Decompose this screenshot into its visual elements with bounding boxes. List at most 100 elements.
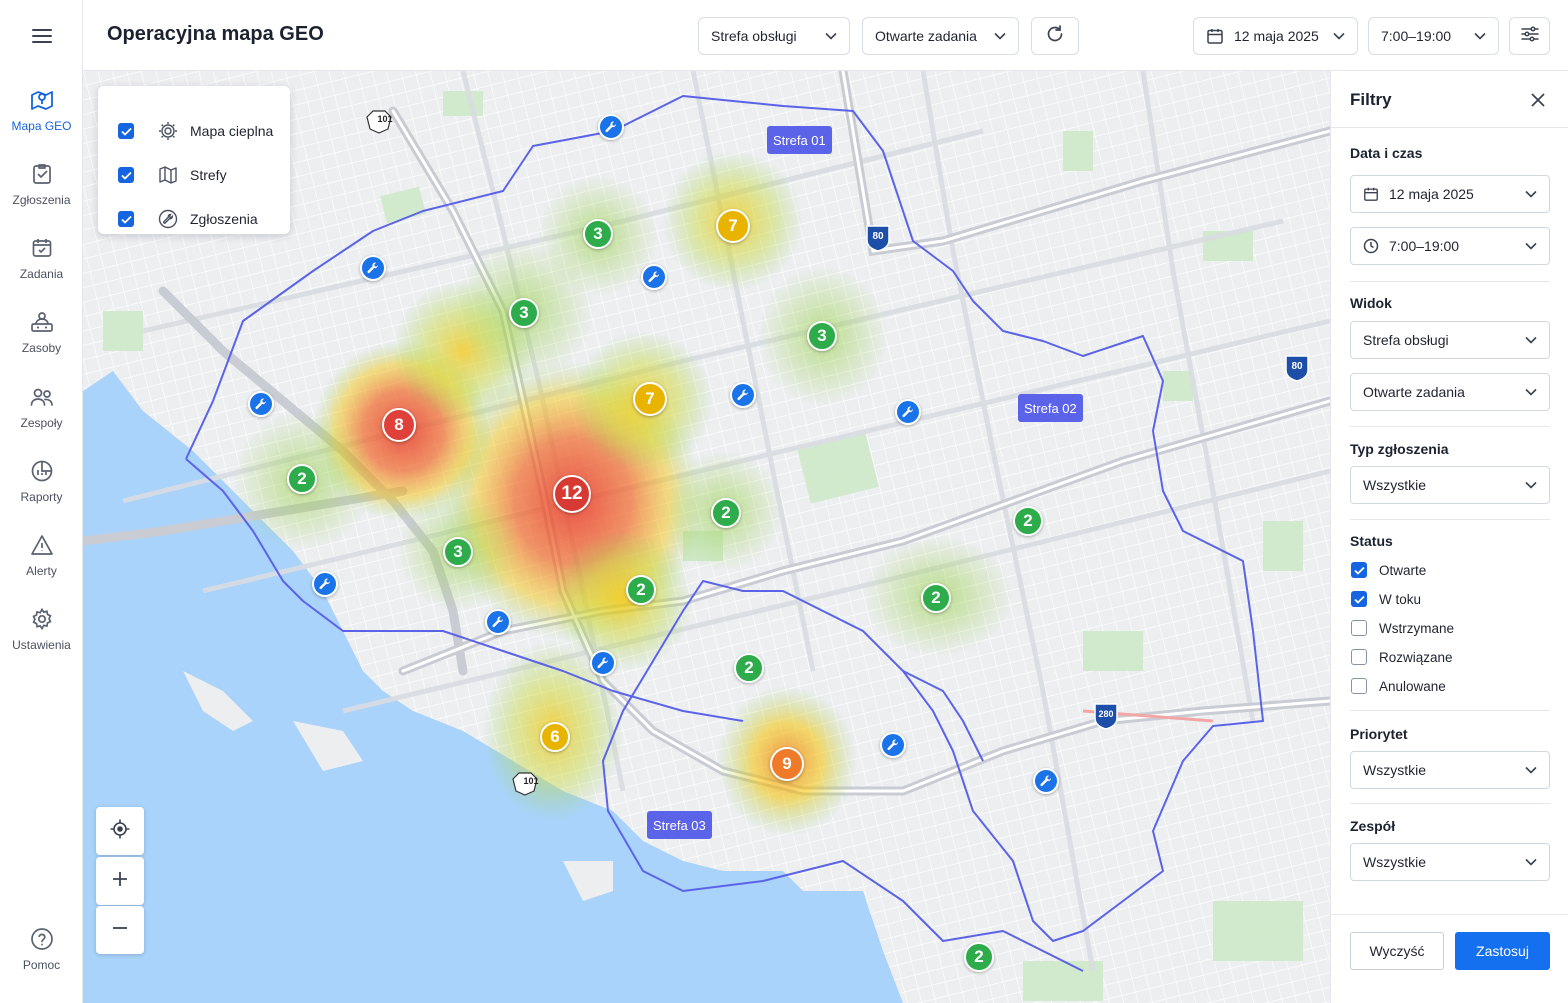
checkbox-unchecked-icon[interactable] (1351, 649, 1367, 665)
alert-triangle-icon (28, 531, 56, 559)
close-icon[interactable] (1525, 87, 1551, 113)
time-value: 7:00–19:00 (1381, 28, 1452, 44)
sidebar-item-zespoly[interactable]: Zespoły (0, 383, 83, 430)
filters-toggle-button[interactable] (1509, 17, 1550, 55)
sidebar: Mapa GEO Zgłoszenia Zadania Zasoby Zespo… (0, 0, 83, 1003)
divider (1350, 710, 1550, 711)
clear-button[interactable]: Wyczyść (1350, 932, 1444, 970)
date-picker[interactable]: 12 maja 2025 (1193, 17, 1358, 55)
sidebar-item-label: Alerty (26, 564, 57, 578)
sidebar-item-label: Zadania (19, 267, 64, 281)
header: Operacyjna mapa GEO Strefa obsługi Otwar… (83, 0, 1568, 71)
chevron-down-icon (1474, 32, 1486, 40)
checkbox-checked-icon[interactable] (118, 123, 134, 139)
filter-date-select[interactable]: 12 maja 2025 (1350, 175, 1550, 213)
checkbox-checked-icon[interactable] (118, 167, 134, 183)
filter-team-select[interactable]: Wszystkie (1350, 843, 1550, 881)
sidebar-item-raporty[interactable]: Raporty (0, 457, 83, 504)
sidebar-item-zgloszenia[interactable]: Zgłoszenia (0, 160, 83, 207)
filter-time-select[interactable]: 7:00–19:00 (1350, 227, 1550, 265)
time-range-select[interactable]: 7:00–19:00 (1368, 17, 1499, 55)
wrench-icon[interactable] (360, 255, 386, 281)
cluster-marker[interactable]: 12 (553, 475, 591, 513)
refresh-button[interactable] (1031, 17, 1079, 55)
zones-map-icon (156, 163, 180, 187)
wrench-icon[interactable] (312, 571, 338, 597)
zone-label-02[interactable]: Strefa 02 (1018, 394, 1083, 422)
wrench-icon[interactable] (248, 391, 274, 417)
menu-icon[interactable] (22, 22, 62, 50)
tasks-select[interactable]: Otwarte zadania (862, 17, 1019, 55)
sliders-icon (1520, 25, 1540, 48)
minus-icon (111, 919, 129, 942)
checkbox-unchecked-icon[interactable] (1351, 678, 1367, 694)
cluster-marker[interactable]: 7 (716, 209, 750, 243)
layer-toggle-tickets[interactable]: Zgłoszenia (118, 207, 258, 231)
status-label: Rozwiązane (1379, 649, 1453, 665)
cluster-marker[interactable]: 9 (770, 747, 804, 781)
sidebar-item-alerty[interactable]: Alerty (0, 531, 83, 578)
resources-icon (28, 308, 56, 336)
apply-button[interactable]: Zastosuj (1455, 932, 1550, 970)
cluster-marker[interactable]: 6 (540, 722, 570, 752)
zoom-out-button[interactable] (96, 906, 144, 954)
checkbox-unchecked-icon[interactable] (1351, 620, 1367, 636)
wrench-icon[interactable] (641, 264, 667, 290)
map-canvas[interactable]: 101 80 80 280 101 Strefa 01 Strefa 02 St… (83, 71, 1330, 1003)
clock-icon (1363, 238, 1379, 254)
divider (1350, 803, 1550, 804)
cluster-marker[interactable]: 2 (964, 942, 994, 972)
cluster-marker[interactable]: 2 (921, 583, 951, 613)
status-checkbox-rozwiazane[interactable]: Rozwiązane (1351, 648, 1453, 666)
sidebar-item-label: Zasoby (21, 341, 62, 355)
cluster-marker[interactable]: 3 (807, 321, 837, 351)
wrench-icon[interactable] (730, 382, 756, 408)
cluster-marker[interactable]: 3 (583, 219, 613, 249)
locate-button[interactable] (96, 807, 144, 855)
status-checkbox-anulowane[interactable]: Anulowane (1351, 677, 1446, 695)
calendar-icon (1206, 27, 1224, 45)
zone-label-03[interactable]: Strefa 03 (647, 811, 712, 839)
cluster-marker[interactable]: 7 (633, 382, 667, 416)
filter-tasks-select[interactable]: Otwarte zadania (1350, 373, 1550, 411)
wrench-icon[interactable] (1033, 768, 1059, 794)
layer-toggle-heatmap[interactable]: Mapa cieplna (118, 119, 273, 143)
cluster-marker[interactable]: 2 (711, 498, 741, 528)
cluster-marker[interactable]: 3 (443, 537, 473, 567)
zoom-in-button[interactable] (96, 857, 144, 905)
cluster-marker[interactable]: 8 (382, 408, 416, 442)
divider (1350, 281, 1550, 282)
zone-select[interactable]: Strefa obsługi (698, 17, 850, 55)
cluster-marker[interactable]: 3 (509, 298, 539, 328)
sidebar-item-pomoc[interactable]: Pomoc (0, 925, 83, 972)
sidebar-item-zasoby[interactable]: Zasoby (0, 308, 83, 355)
sidebar-item-zadania[interactable]: Zadania (0, 234, 83, 281)
wrench-icon[interactable] (880, 732, 906, 758)
sidebar-item-ustawienia[interactable]: Ustawienia (0, 605, 83, 652)
checkbox-checked-icon[interactable] (1351, 562, 1367, 578)
zone-label-01[interactable]: Strefa 01 (767, 126, 832, 154)
filter-priority-select[interactable]: Wszystkie (1350, 751, 1550, 789)
chevron-down-icon (1333, 32, 1345, 40)
wrench-icon[interactable] (485, 609, 511, 635)
chevron-down-icon (994, 32, 1006, 40)
wrench-icon[interactable] (895, 399, 921, 425)
status-checkbox-wstrzymane[interactable]: Wstrzymane (1351, 619, 1454, 637)
wrench-icon[interactable] (590, 650, 616, 676)
filter-date-value: 12 maja 2025 (1389, 186, 1474, 202)
status-checkbox-w-toku[interactable]: W toku (1351, 590, 1421, 608)
cluster-marker[interactable]: 2 (626, 575, 656, 605)
layer-toggle-zones[interactable]: Strefy (118, 163, 227, 187)
cluster-marker[interactable]: 2 (287, 464, 317, 494)
cluster-marker[interactable]: 2 (1013, 506, 1043, 536)
sidebar-item-mapa-geo[interactable]: Mapa GEO (0, 86, 83, 133)
checkbox-checked-icon[interactable] (118, 211, 134, 227)
filter-type-select[interactable]: Wszystkie (1350, 466, 1550, 504)
cluster-marker[interactable]: 2 (734, 653, 764, 683)
divider (1331, 127, 1568, 128)
status-checkbox-otwarte[interactable]: Otwarte (1351, 561, 1426, 579)
section-title: Widok (1350, 295, 1392, 311)
filter-zone-select[interactable]: Strefa obsługi (1350, 321, 1550, 359)
checkbox-checked-icon[interactable] (1351, 591, 1367, 607)
wrench-icon[interactable] (598, 114, 624, 140)
